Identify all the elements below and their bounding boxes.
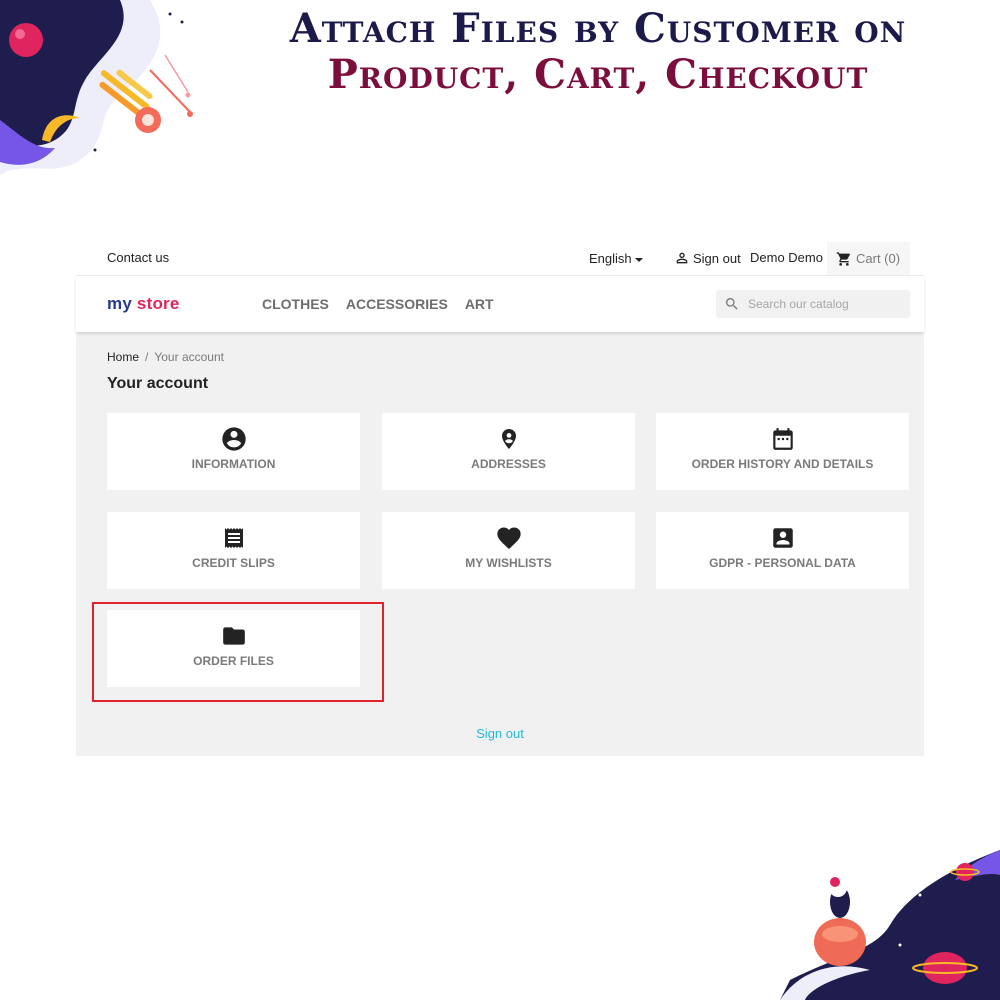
menu-item-art[interactable]: ART	[465, 296, 494, 312]
language-label: English	[589, 251, 632, 266]
sign-out-label: Sign out	[693, 250, 741, 266]
store-logo[interactable]: my store	[107, 294, 180, 314]
tile-order-history[interactable]: ORDER HISTORY AND DETAILS	[656, 413, 909, 490]
account-box-icon	[772, 528, 793, 548]
caret-down-icon	[634, 257, 643, 262]
sign-out-link[interactable]: Sign out	[674, 250, 741, 266]
menu-item-clothes[interactable]: CLOTHES	[262, 296, 329, 312]
tile-addresses[interactable]: ADDRESSES	[382, 413, 635, 490]
menu-item-accessories[interactable]: ACCESSORIES	[346, 296, 448, 312]
tile-gdpr[interactable]: GDPR - PERSONAL DATA	[656, 512, 909, 589]
user-icon	[676, 252, 688, 264]
main-menu: CLOTHES ACCESSORIES ART	[262, 296, 494, 312]
footer-sign-out-link[interactable]: Sign out	[76, 726, 924, 741]
calendar-icon	[772, 428, 793, 450]
cart-button[interactable]: Cart (0)	[827, 242, 910, 275]
tile-label: ORDER HISTORY AND DETAILS	[691, 457, 874, 471]
breadcrumb-current: Your account	[154, 350, 224, 364]
shopping-cart-icon	[836, 251, 850, 266]
location-pin-icon	[501, 429, 516, 449]
tile-label: GDPR - PERSONAL DATA	[709, 556, 856, 570]
breadcrumb-home[interactable]: Home	[107, 350, 139, 364]
logo-part-store: store	[136, 294, 180, 313]
account-circle-icon	[221, 427, 246, 451]
search-icon[interactable]	[724, 296, 740, 312]
page-title: Your account	[107, 375, 209, 392]
top-bar: Contact us English Sign out Demo Demo Ca…	[76, 242, 924, 276]
headline-line-1: Attach Files by Customer on	[289, 5, 907, 52]
headline-line-2: Product, Cart, Checkout	[327, 51, 869, 98]
contact-link[interactable]: Contact us	[107, 250, 169, 265]
tile-information[interactable]: INFORMATION	[107, 413, 360, 490]
search-box	[716, 290, 910, 318]
search-input[interactable]	[746, 296, 900, 312]
tile-label: ADDRESSES	[471, 457, 546, 471]
header: my store CLOTHES ACCESSORIES ART	[76, 276, 924, 332]
breadcrumb-separator: /	[145, 350, 149, 364]
tile-label: INFORMATION	[191, 457, 276, 471]
space-decoration-bottom-right	[780, 850, 1000, 1000]
tile-label: CREDIT SLIPS	[192, 556, 275, 570]
tile-wishlists[interactable]: MY WISHLISTS	[382, 512, 635, 589]
logo-part-my: my	[107, 294, 132, 313]
space-decoration-top-left	[0, 0, 193, 175]
heart-icon	[496, 527, 521, 549]
cart-label: Cart (0)	[856, 251, 901, 266]
tile-credit-slips[interactable]: CREDIT SLIPS	[107, 512, 360, 589]
customer-name[interactable]: Demo Demo	[750, 250, 823, 265]
breadcrumb: Home / Your account	[107, 350, 224, 364]
highlight-box	[92, 602, 384, 702]
receipt-icon	[224, 528, 243, 548]
language-selector[interactable]: English	[589, 251, 643, 266]
promo-headline: Attach Files by Customer on Product, Car…	[200, 6, 996, 98]
tile-label: MY WISHLISTS	[465, 556, 552, 570]
